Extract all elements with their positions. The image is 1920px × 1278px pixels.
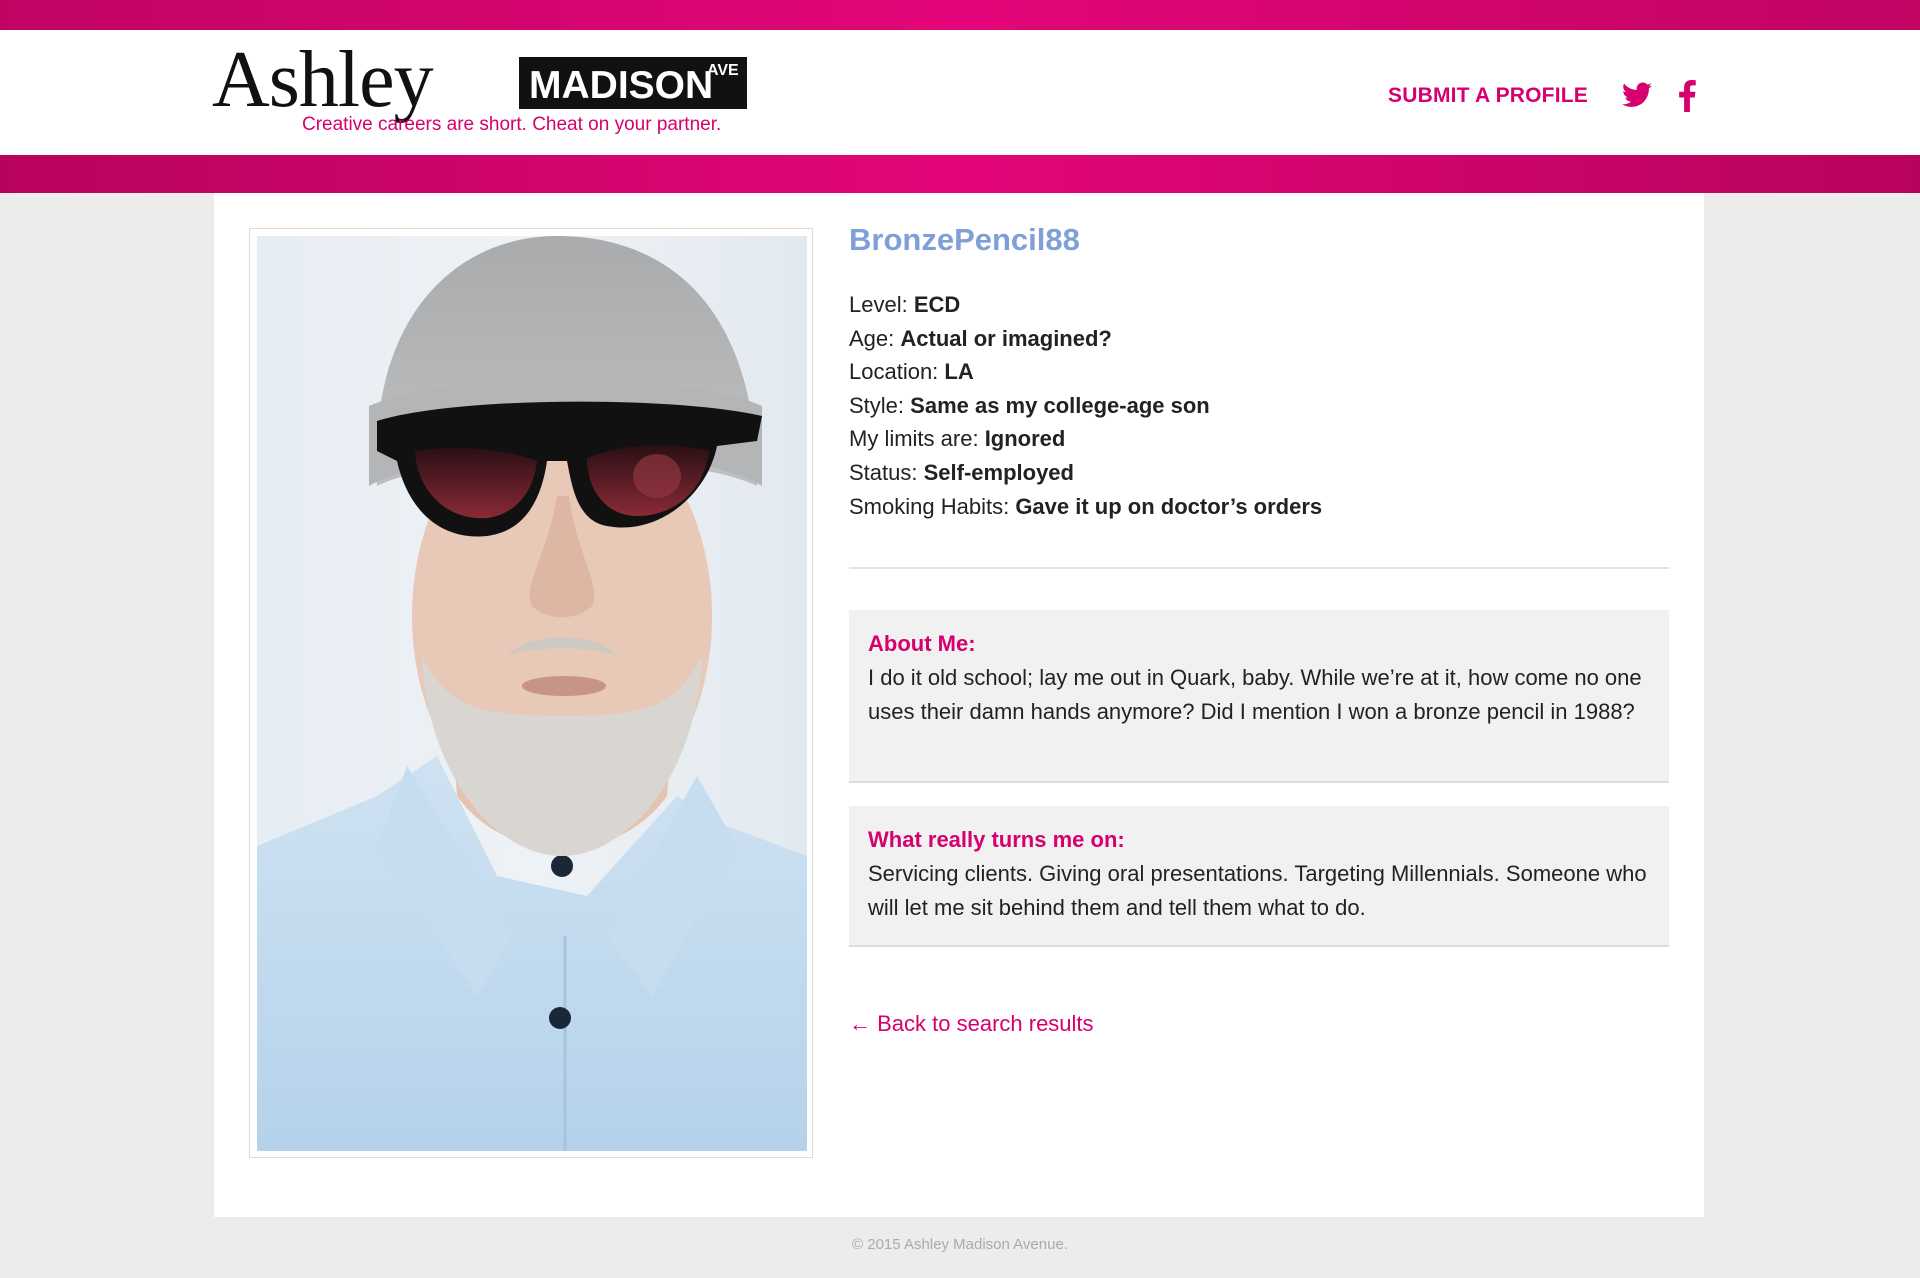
detail-location: Location: LA bbox=[849, 355, 1669, 389]
logo-ave-text: AVE bbox=[707, 62, 739, 79]
detail-label: Style: bbox=[849, 392, 905, 418]
top-accent-bar bbox=[0, 0, 1920, 30]
detail-value: Self-employed bbox=[923, 459, 1074, 485]
detail-age: Age: Actual or imagined? bbox=[849, 322, 1669, 356]
detail-value: Ignored bbox=[984, 426, 1066, 452]
profile-name: BronzePencil88 bbox=[849, 222, 1080, 257]
profile-photo bbox=[257, 236, 807, 1151]
detail-value: Same as my college-age son bbox=[910, 392, 1210, 418]
detail-label: Status: bbox=[849, 459, 918, 485]
detail-label: Age: bbox=[849, 325, 895, 351]
detail-value: LA bbox=[944, 359, 974, 385]
profile-photo-illustration bbox=[257, 236, 807, 1151]
profile-details: Level: ECD Age: Actual or imagined? Loca… bbox=[849, 288, 1669, 523]
logo-tagline: Creative careers are short. Cheat on you… bbox=[302, 114, 722, 135]
logo-madison-box: MADISON AVE bbox=[519, 57, 747, 109]
about-me-body: I do it old school; lay me out in Quark,… bbox=[868, 665, 1642, 724]
back-to-search-link[interactable]: ← Back to search results bbox=[849, 1011, 1094, 1037]
site-logo[interactable]: Ashley MADISON AVE Creative careers are … bbox=[212, 36, 752, 142]
about-me-panel: About Me: I do it old school; lay me out… bbox=[849, 610, 1669, 783]
detail-label: Level: bbox=[849, 292, 908, 317]
detail-smoking: Smoking Habits: Gave it up on doctor’s o… bbox=[849, 490, 1669, 524]
detail-label: Location: bbox=[849, 359, 939, 385]
detail-label: My limits are: bbox=[849, 426, 979, 452]
detail-status: Status: Self-employed bbox=[849, 456, 1669, 490]
detail-label: Smoking Habits: bbox=[849, 493, 1010, 519]
submit-profile-link[interactable]: SUBMIT A PROFILE bbox=[1388, 84, 1588, 108]
footer-copyright: © 2015 Ashley Madison Avenue. bbox=[852, 1236, 1068, 1253]
turns-me-on-title: What really turns me on: bbox=[868, 827, 1125, 852]
header-accent-bar bbox=[0, 155, 1920, 193]
details-divider bbox=[849, 567, 1669, 569]
detail-limits: My limits are: Ignored bbox=[849, 422, 1669, 456]
detail-value: Gave it up on doctor’s orders bbox=[1015, 493, 1323, 519]
detail-level: Level: ECD bbox=[849, 288, 1669, 322]
detail-style: Style: Same as my college-age son bbox=[849, 389, 1669, 423]
detail-value: ECD bbox=[913, 292, 961, 317]
about-me-title: About Me: bbox=[868, 631, 976, 656]
facebook-icon[interactable] bbox=[1678, 80, 1696, 112]
logo-madison-text: MADISON bbox=[529, 64, 714, 107]
turns-me-on-panel: What really turns me on: Servicing clien… bbox=[849, 806, 1669, 947]
twitter-icon[interactable] bbox=[1622, 82, 1652, 108]
logo-ashley-text: Ashley bbox=[212, 36, 434, 124]
detail-value: Actual or imagined? bbox=[900, 325, 1112, 351]
turns-me-on-body: Servicing clients. Giving oral presentat… bbox=[868, 861, 1647, 920]
